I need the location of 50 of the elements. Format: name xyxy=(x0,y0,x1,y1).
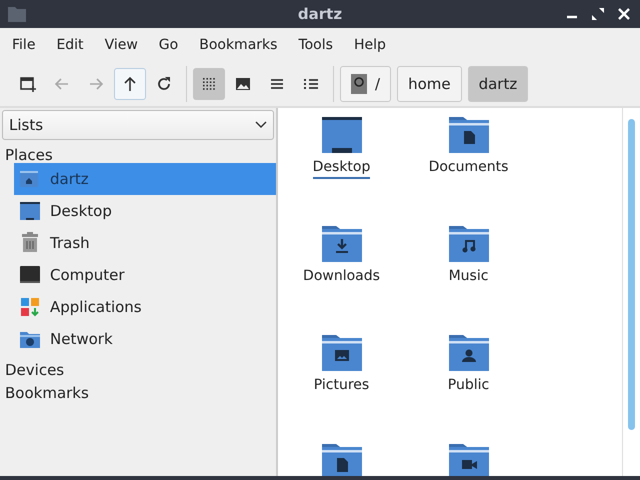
file-name[interactable]: Documents xyxy=(428,159,508,179)
file-name[interactable]: Music xyxy=(448,268,488,288)
trash-icon xyxy=(19,232,41,254)
sidebar-item[interactable]: dartz xyxy=(14,163,276,195)
lists-dropdown[interactable]: Lists xyxy=(2,110,274,140)
sidebar-item[interactable]: Trash xyxy=(14,227,276,259)
folder-icon xyxy=(448,335,488,371)
up-button[interactable] xyxy=(114,68,146,100)
reload-icon xyxy=(155,75,173,93)
view-mode-button[interactable] xyxy=(193,68,225,100)
sidebar-item[interactable]: Applications xyxy=(14,291,276,323)
grid-icon xyxy=(200,75,218,93)
path-button[interactable]: dartz xyxy=(468,66,528,102)
path-button[interactable]: home xyxy=(397,66,462,102)
file-name[interactable]: Pictures xyxy=(314,377,370,397)
folder-icon xyxy=(322,335,362,371)
folder-icon xyxy=(448,226,488,262)
menu-item[interactable]: Tools xyxy=(290,37,341,53)
computer-icon xyxy=(19,264,41,286)
folder-icon xyxy=(322,226,362,262)
monitor-icon xyxy=(322,117,362,153)
folder-icon xyxy=(8,6,26,22)
sidebar-item[interactable]: Network xyxy=(14,323,276,355)
section-header[interactable]: Devices xyxy=(2,355,276,378)
home-folder-icon xyxy=(19,168,41,190)
path-button[interactable]: / xyxy=(340,66,392,102)
file-name[interactable]: Downloads xyxy=(303,268,380,288)
menu-item[interactable]: File xyxy=(4,37,44,53)
section-header[interactable]: Places xyxy=(2,140,276,163)
chevron-down-icon xyxy=(255,121,267,129)
menu-item[interactable]: Help xyxy=(346,37,394,53)
monitor-icon xyxy=(19,200,41,222)
applications-icon xyxy=(19,296,41,318)
image-icon xyxy=(234,75,252,93)
menu-item[interactable]: Edit xyxy=(48,37,92,53)
menu-item[interactable]: Bookmarks xyxy=(191,37,286,53)
scrollbar-thumb[interactable] xyxy=(628,119,635,430)
window-title: dartz xyxy=(298,5,342,23)
sidebar-item[interactable]: Desktop xyxy=(14,195,276,227)
file-name[interactable]: Desktop xyxy=(312,159,370,179)
folder-icon xyxy=(448,117,488,153)
new-window-icon xyxy=(19,75,37,93)
section-header[interactable]: Bookmarks xyxy=(2,378,276,401)
menu-item[interactable]: Go xyxy=(150,37,186,53)
menu-item[interactable]: View xyxy=(96,37,146,53)
sidebar-item[interactable]: Computer xyxy=(14,259,276,291)
maximize-button[interactable] xyxy=(590,6,606,22)
drive-icon xyxy=(351,74,367,94)
file-name[interactable]: Public xyxy=(448,377,490,397)
close-button[interactable] xyxy=(616,6,632,22)
